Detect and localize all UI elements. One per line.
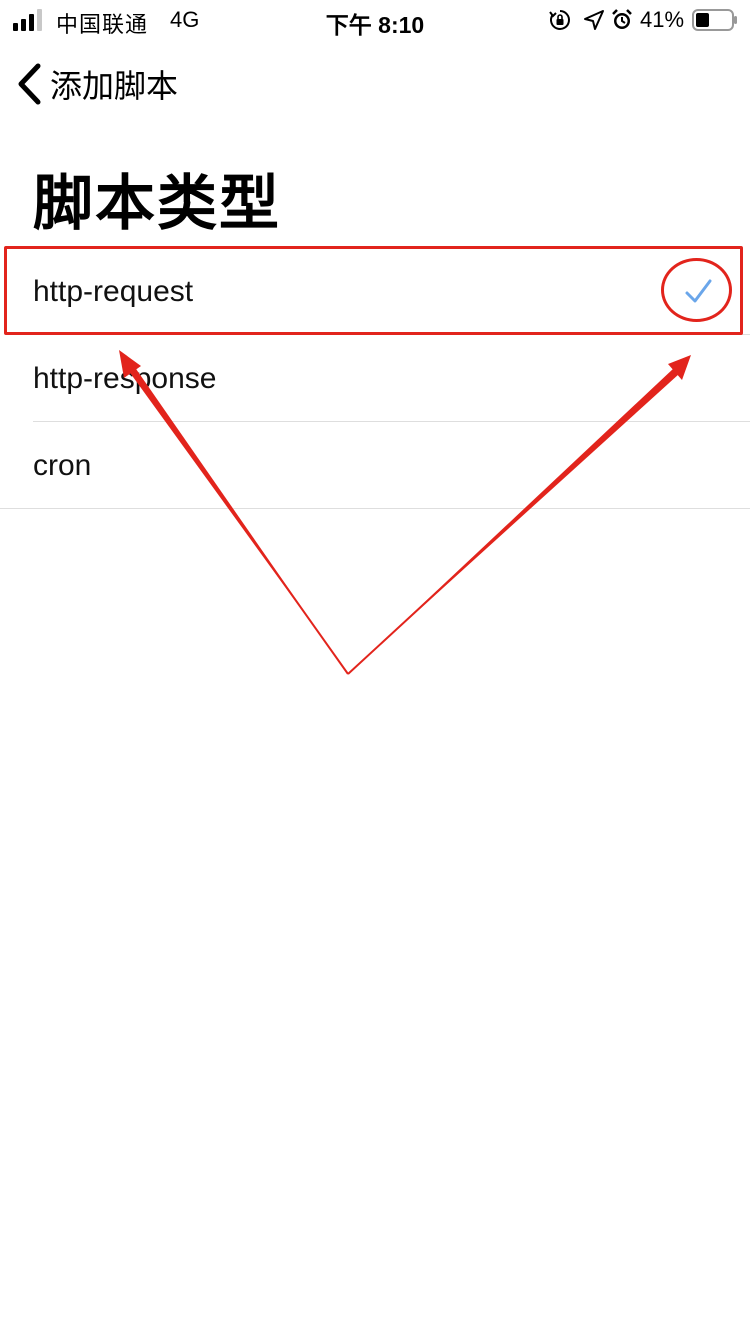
status-time: 下午 8:10 <box>325 12 425 38</box>
status-bar: 中国联通 4G 下午 8:10 41% <box>0 0 750 40</box>
script-type-list: http-request http-response cron <box>0 248 750 509</box>
battery-percent: 41% <box>640 7 685 32</box>
checkmark-icon <box>685 279 712 303</box>
list-item-label: http-request <box>33 275 194 308</box>
chevron-left-icon <box>18 63 41 105</box>
script-type-http-request[interactable]: http-request <box>0 248 750 335</box>
battery-icon <box>692 9 737 31</box>
rotation-lock-icon <box>549 10 570 30</box>
list-item-label: cron <box>33 449 92 482</box>
list-item-label: http-response <box>33 362 217 395</box>
page-title: 脚本类型 <box>33 170 281 237</box>
back-button[interactable]: 添加脚本 <box>14 56 178 112</box>
script-type-cron[interactable]: cron <box>0 422 750 509</box>
script-type-http-response[interactable]: http-response <box>0 335 750 422</box>
alarm-icon <box>612 9 632 29</box>
navigation-bar: 添加脚本 <box>0 56 750 112</box>
back-label: 添加脚本 <box>50 68 179 104</box>
separator <box>0 508 750 509</box>
location-icon <box>584 10 604 30</box>
